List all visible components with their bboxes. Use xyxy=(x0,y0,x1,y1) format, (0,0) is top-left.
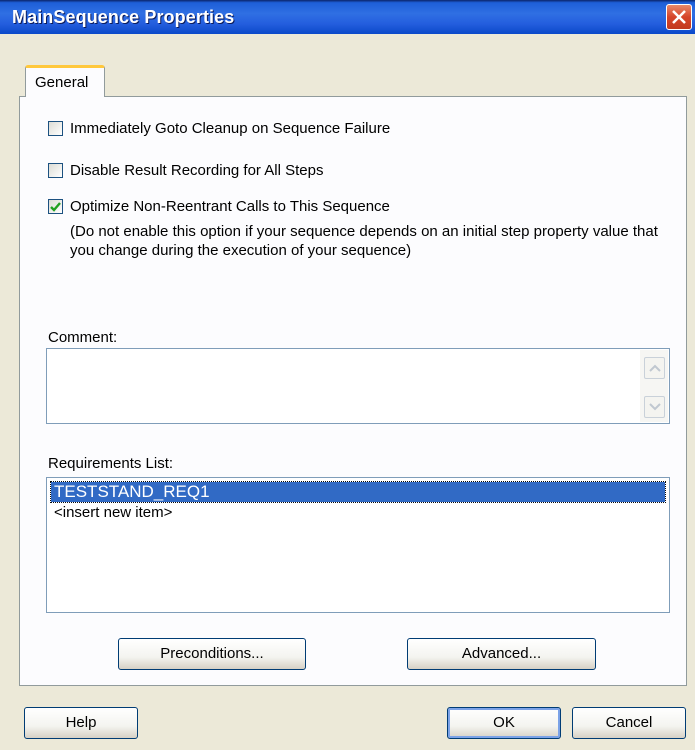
goto-cleanup-checkbox[interactable] xyxy=(48,120,63,136)
option-goto-cleanup[interactable]: Immediately Goto Cleanup on Sequence Fai… xyxy=(48,118,390,138)
requirements-label: Requirements List: xyxy=(48,455,174,472)
list-item[interactable]: TESTSTAND_REQ1 xyxy=(50,481,666,503)
close-button[interactable] xyxy=(666,4,692,30)
comment-scrollbar[interactable] xyxy=(640,350,668,422)
title-bar[interactable]: MainSequence Properties xyxy=(0,0,695,34)
list-item[interactable]: <insert new item> xyxy=(51,503,665,523)
comment-textarea[interactable] xyxy=(46,348,670,424)
chevron-up-icon xyxy=(649,364,661,372)
close-icon xyxy=(672,10,686,24)
disable-result-recording-label: Disable Result Recording for All Steps xyxy=(70,161,324,179)
help-button[interactable]: Help xyxy=(24,707,138,739)
scroll-down-button[interactable] xyxy=(644,396,665,418)
cancel-button[interactable]: Cancel xyxy=(572,707,686,739)
optimize-calls-label: Optimize Non-Reentrant Calls to This Seq… xyxy=(70,197,390,215)
ok-button[interactable]: OK xyxy=(447,707,561,739)
preconditions-button[interactable]: Preconditions... xyxy=(118,638,306,670)
tab-general[interactable]: General xyxy=(25,65,105,97)
disable-result-recording-checkbox[interactable] xyxy=(48,162,63,178)
scroll-up-button[interactable] xyxy=(644,357,665,379)
option-disable-result-recording[interactable]: Disable Result Recording for All Steps xyxy=(48,160,323,180)
chevron-down-icon xyxy=(649,403,661,411)
option-optimize-calls[interactable]: Optimize Non-Reentrant Calls to This Seq… xyxy=(48,196,390,216)
window-title: MainSequence Properties xyxy=(12,7,235,27)
optimize-calls-checkbox[interactable] xyxy=(48,198,63,214)
goto-cleanup-label: Immediately Goto Cleanup on Sequence Fai… xyxy=(70,119,391,137)
checkmark-icon xyxy=(50,201,61,212)
requirements-list[interactable]: TESTSTAND_REQ1 <insert new item> xyxy=(46,477,670,613)
comment-label: Comment: xyxy=(48,329,118,346)
optimize-note: (Do not enable this option if your seque… xyxy=(70,223,658,259)
advanced-button[interactable]: Advanced... xyxy=(407,638,596,670)
tab-general-label: General xyxy=(35,74,89,91)
